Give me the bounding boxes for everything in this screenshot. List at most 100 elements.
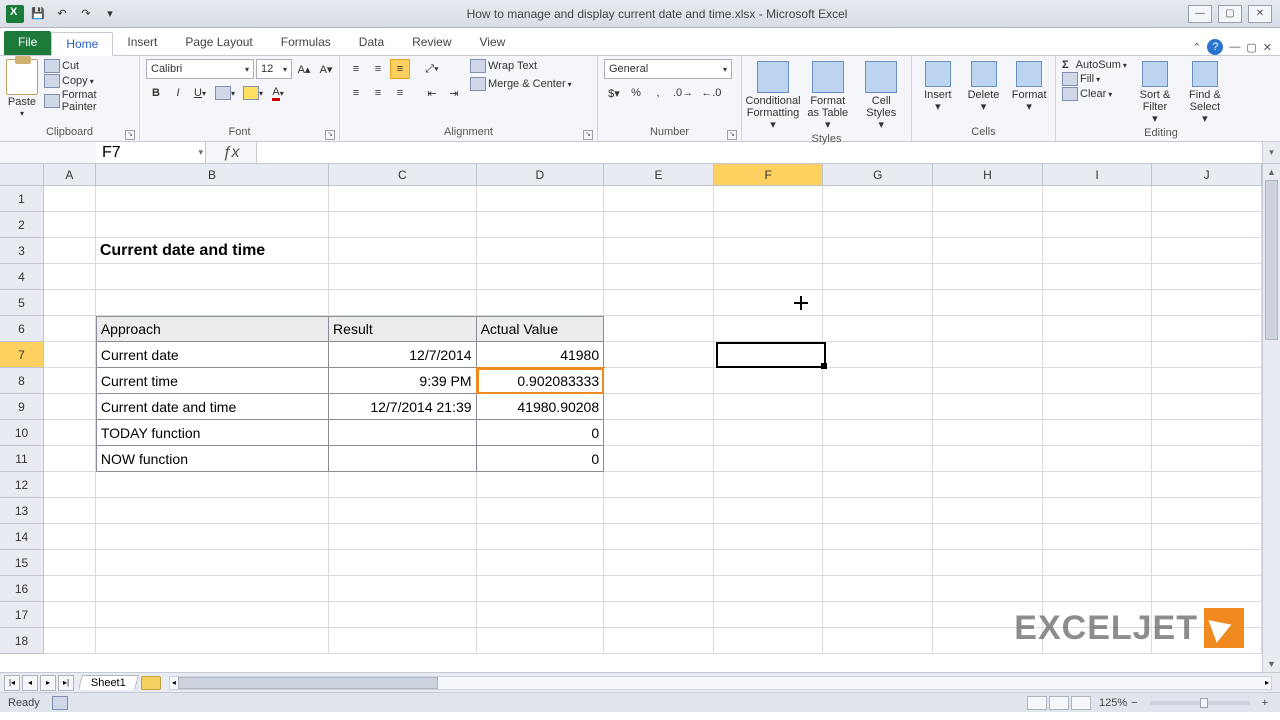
- cell-C5[interactable]: [329, 290, 477, 316]
- cell-A6[interactable]: [44, 316, 96, 342]
- cell-D5[interactable]: [477, 290, 605, 316]
- cell-B8[interactable]: Current time: [96, 368, 329, 394]
- fill-color-button[interactable]: ▾: [240, 83, 266, 103]
- cell-D18[interactable]: [477, 628, 605, 654]
- cell-D6[interactable]: Actual Value: [477, 316, 605, 342]
- cell-D14[interactable]: [477, 524, 605, 550]
- cell-B13[interactable]: [96, 498, 329, 524]
- row-headers[interactable]: 123456789101112131415161718: [0, 186, 44, 654]
- cell-C12[interactable]: [329, 472, 477, 498]
- prev-sheet-icon[interactable]: ◂: [22, 675, 38, 691]
- cell-J3[interactable]: [1152, 238, 1262, 264]
- select-all-corner[interactable]: [0, 164, 44, 186]
- cell-J2[interactable]: [1152, 212, 1262, 238]
- cell-H9[interactable]: [933, 394, 1043, 420]
- cell-D15[interactable]: [477, 550, 605, 576]
- col-header-G[interactable]: G: [823, 164, 933, 186]
- cell-G10[interactable]: [823, 420, 933, 446]
- font-launcher-icon[interactable]: ↘: [325, 130, 335, 140]
- cell-H3[interactable]: [933, 238, 1043, 264]
- row-header-6[interactable]: 6: [0, 316, 44, 342]
- insert-cells-button[interactable]: Insert▾: [918, 59, 958, 115]
- cell-B6[interactable]: Approach: [96, 316, 329, 342]
- cell-B18[interactable]: [96, 628, 329, 654]
- cell-E10[interactable]: [604, 420, 714, 446]
- minimize-button[interactable]: —: [1188, 5, 1212, 23]
- col-header-J[interactable]: J: [1152, 164, 1262, 186]
- cell-I13[interactable]: [1043, 498, 1153, 524]
- cell-E5[interactable]: [604, 290, 714, 316]
- cell-G3[interactable]: [823, 238, 933, 264]
- cell-E11[interactable]: [604, 446, 714, 472]
- cell-J11[interactable]: [1152, 446, 1262, 472]
- sheet-tab-sheet1[interactable]: Sheet1: [78, 675, 139, 690]
- cell-D13[interactable]: [477, 498, 605, 524]
- cell-E1[interactable]: [604, 186, 714, 212]
- formula-input[interactable]: [256, 142, 1262, 163]
- cell-F14[interactable]: [714, 524, 824, 550]
- cell-G7[interactable]: [823, 342, 933, 368]
- cell-G8[interactable]: [823, 368, 933, 394]
- page-layout-view-icon[interactable]: [1049, 696, 1069, 710]
- cell-G2[interactable]: [823, 212, 933, 238]
- first-sheet-icon[interactable]: |◂: [4, 675, 20, 691]
- col-header-F[interactable]: F: [714, 164, 824, 186]
- cell-E8[interactable]: [604, 368, 714, 394]
- minimize-ribbon-icon[interactable]: ⌃: [1192, 41, 1201, 54]
- cell-A9[interactable]: [44, 394, 96, 420]
- align-bottom-icon[interactable]: ≡: [390, 59, 410, 79]
- cell-grid[interactable]: Current date and timeApproachResultActua…: [44, 186, 1262, 672]
- row-header-11[interactable]: 11: [0, 446, 44, 472]
- row-header-13[interactable]: 13: [0, 498, 44, 524]
- scroll-down-icon[interactable]: ▼: [1263, 656, 1280, 672]
- undo-icon[interactable]: ↶: [52, 4, 72, 24]
- cell-J13[interactable]: [1152, 498, 1262, 524]
- cell-B17[interactable]: [96, 602, 329, 628]
- cell-I1[interactable]: [1043, 186, 1153, 212]
- cell-F3[interactable]: [714, 238, 824, 264]
- cell-D8[interactable]: 0.902083333: [477, 368, 605, 394]
- cell-A10[interactable]: [44, 420, 96, 446]
- cell-B14[interactable]: [96, 524, 329, 550]
- find-select-button[interactable]: Find & Select▾: [1183, 59, 1227, 127]
- row-header-18[interactable]: 18: [0, 628, 44, 654]
- number-format-dropdown[interactable]: General▾: [604, 59, 732, 79]
- cell-D9[interactable]: 41980.90208: [477, 394, 605, 420]
- cell-I5[interactable]: [1043, 290, 1153, 316]
- cell-E15[interactable]: [604, 550, 714, 576]
- conditional-formatting-button[interactable]: Conditional Formatting▾: [748, 59, 798, 133]
- cell-E2[interactable]: [604, 212, 714, 238]
- delete-cells-button[interactable]: Delete▾: [964, 59, 1004, 115]
- cell-E13[interactable]: [604, 498, 714, 524]
- col-header-H[interactable]: H: [933, 164, 1043, 186]
- row-header-5[interactable]: 5: [0, 290, 44, 316]
- cell-F6[interactable]: [714, 316, 824, 342]
- cell-E12[interactable]: [604, 472, 714, 498]
- cell-B16[interactable]: [96, 576, 329, 602]
- number-launcher-icon[interactable]: ↘: [727, 130, 737, 140]
- format-painter-button[interactable]: Format Painter: [44, 89, 133, 113]
- scroll-up-icon[interactable]: ▲: [1263, 164, 1280, 180]
- cell-A8[interactable]: [44, 368, 96, 394]
- cell-G5[interactable]: [823, 290, 933, 316]
- format-as-table-button[interactable]: Format as Table▾: [804, 59, 852, 133]
- cell-B1[interactable]: [96, 186, 329, 212]
- cell-C14[interactable]: [329, 524, 477, 550]
- cell-E18[interactable]: [604, 628, 714, 654]
- decrease-indent-icon[interactable]: ⇤: [422, 83, 442, 103]
- cell-I11[interactable]: [1043, 446, 1153, 472]
- align-top-icon[interactable]: ≡: [346, 59, 366, 79]
- cell-H6[interactable]: [933, 316, 1043, 342]
- cell-H10[interactable]: [933, 420, 1043, 446]
- cell-A4[interactable]: [44, 264, 96, 290]
- cell-F17[interactable]: [714, 602, 824, 628]
- page-break-view-icon[interactable]: [1071, 696, 1091, 710]
- new-sheet-icon[interactable]: [141, 676, 161, 690]
- cell-C3[interactable]: [329, 238, 477, 264]
- cell-D7[interactable]: 41980: [477, 342, 605, 368]
- cell-A7[interactable]: [44, 342, 96, 368]
- cell-J7[interactable]: [1152, 342, 1262, 368]
- fx-icon[interactable]: ƒx: [206, 142, 256, 163]
- doc-close-icon[interactable]: ✕: [1263, 41, 1272, 54]
- cell-G11[interactable]: [823, 446, 933, 472]
